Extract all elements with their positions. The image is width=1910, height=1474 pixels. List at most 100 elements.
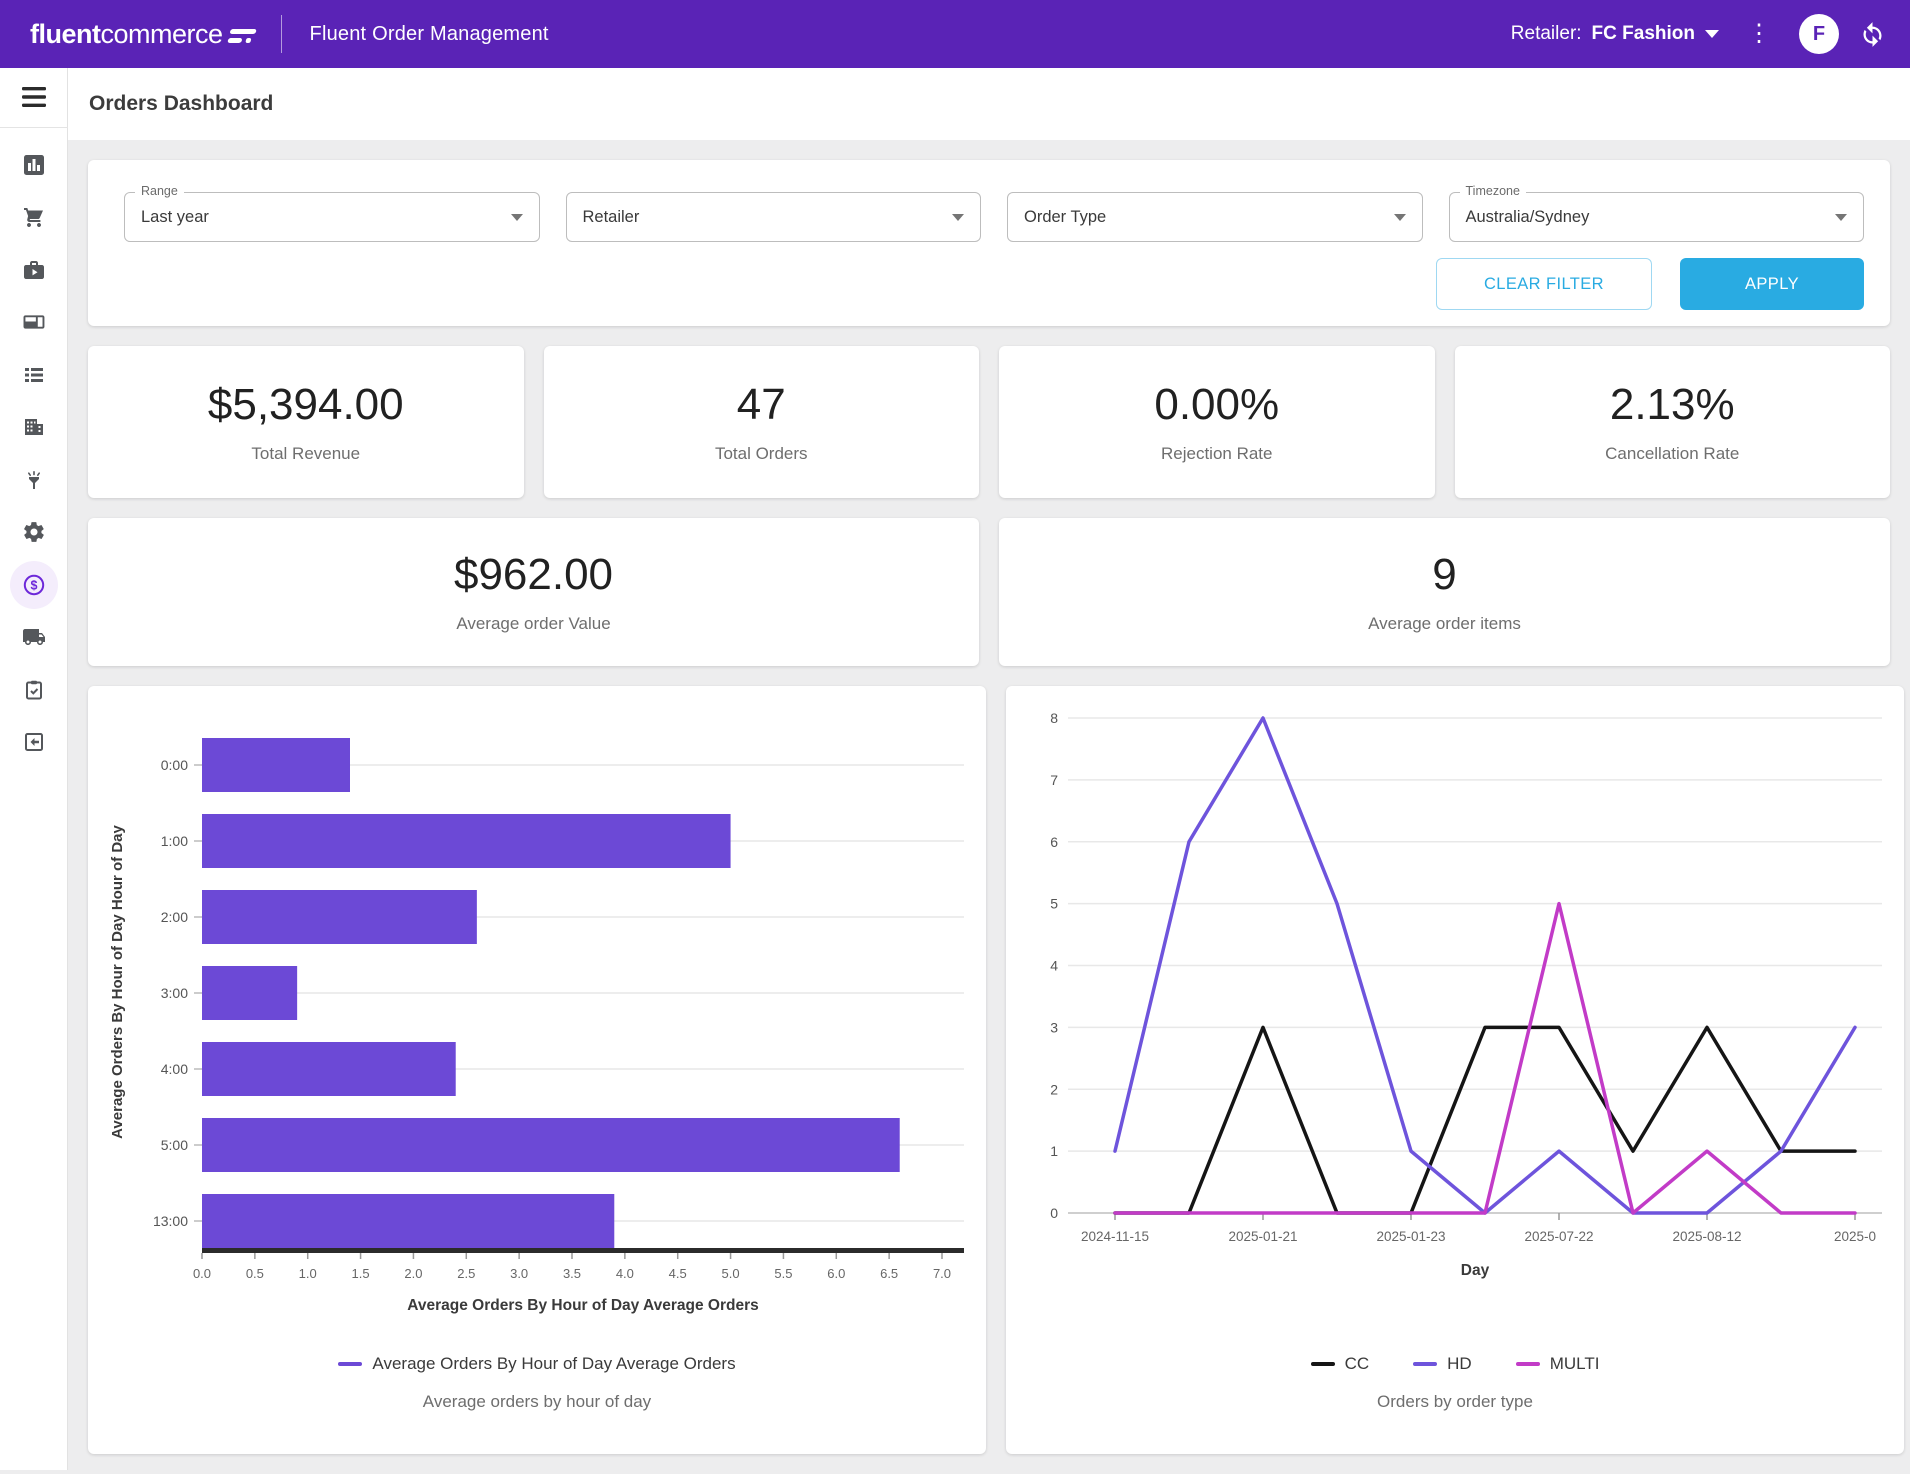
fluentcommerce-logo: fluentcommerce xyxy=(30,19,255,50)
bar-segment[interactable] xyxy=(202,1194,614,1248)
sidebar-item-gear[interactable] xyxy=(10,508,58,556)
legend-item-CC[interactable]: CC xyxy=(1311,1354,1370,1374)
overflow-menu-button[interactable]: ⋮ xyxy=(1739,18,1779,50)
chevron-down-icon xyxy=(1835,214,1847,221)
x-tick-label: 1.5 xyxy=(352,1266,370,1281)
legend-label: Average Orders By Hour of Day Average Or… xyxy=(372,1354,735,1374)
svg-text:$: $ xyxy=(30,578,37,592)
category-label: 3:00 xyxy=(161,985,188,1001)
x-tick-label: 2.0 xyxy=(404,1266,422,1281)
x-tick-label: 2025-01-23 xyxy=(1376,1229,1445,1244)
sidebar-item-funnel[interactable] xyxy=(10,456,58,504)
sidebar-item-panel[interactable] xyxy=(10,298,58,346)
sidebar-item-box-arrow[interactable] xyxy=(10,718,58,766)
x-tick-label: 5.0 xyxy=(722,1266,740,1281)
sidebar-item-clipboard-check[interactable] xyxy=(10,666,58,714)
sidebar-item-bar-chart[interactable] xyxy=(10,141,58,189)
building-icon xyxy=(22,415,46,439)
x-tick-label: 7.0 xyxy=(933,1266,951,1281)
header-divider xyxy=(281,15,282,53)
range-select[interactable]: Range Last year xyxy=(124,192,540,242)
retailer-label: Retailer: xyxy=(1511,23,1582,45)
truck-icon xyxy=(22,625,46,649)
x-tick-label: 2025-07-22 xyxy=(1524,1229,1593,1244)
x-tick-label: 3.0 xyxy=(510,1266,528,1281)
funnel-icon xyxy=(22,468,46,492)
order-type-select[interactable]: Order Type xyxy=(1007,192,1423,242)
charts-row: 0:001:002:003:004:005:0013:000.00.51.01.… xyxy=(88,686,1890,1454)
line-chart-subtitle: Orders by order type xyxy=(1377,1392,1533,1412)
retailer-switcher[interactable]: Retailer: FC Fashion xyxy=(1511,23,1719,45)
logo-text-secondary: commerce xyxy=(101,19,223,50)
retailer-select[interactable]: Retailer xyxy=(566,192,982,242)
sidebar-item-dollar-circle[interactable]: $ xyxy=(10,561,58,609)
x-tick-label: 6.5 xyxy=(880,1266,898,1281)
timezone-select[interactable]: Timezone Australia/Sydney xyxy=(1449,192,1865,242)
y-axis-title: Average Orders By Hour of Day Hour of Da… xyxy=(109,825,126,1139)
sidebar-item-list[interactable] xyxy=(10,351,58,399)
line-chart-legend: CC HD MULTI xyxy=(1311,1354,1600,1374)
kpi-row-1: $5,394.00 Total Revenue 47 Total Orders … xyxy=(88,346,1890,498)
y-tick-label: 3 xyxy=(1050,1019,1058,1035)
y-tick-label: 2 xyxy=(1050,1081,1058,1097)
line-series-MULTI[interactable] xyxy=(1115,904,1855,1213)
chevron-down-icon xyxy=(1705,30,1719,38)
y-tick-label: 4 xyxy=(1050,958,1058,974)
y-tick-label: 8 xyxy=(1050,710,1058,726)
kpi-label: Total Orders xyxy=(715,444,808,464)
y-tick-label: 0 xyxy=(1050,1205,1058,1221)
legend-swatch xyxy=(1516,1362,1540,1366)
avatar[interactable]: F xyxy=(1799,14,1839,54)
bar-segment[interactable] xyxy=(202,966,297,1020)
legend-item[interactable]: Average Orders By Hour of Day Average Or… xyxy=(338,1354,735,1374)
kpi-label: Average order items xyxy=(1368,614,1521,634)
sidebar-item-briefcase-play[interactable] xyxy=(10,246,58,294)
sidebar-item-truck[interactable] xyxy=(10,613,58,661)
y-tick-label: 5 xyxy=(1050,896,1058,912)
dollar-circle-icon: $ xyxy=(22,573,46,597)
hamburger-menu-button[interactable] xyxy=(21,68,47,127)
legend-item-MULTI[interactable]: MULTI xyxy=(1516,1354,1600,1374)
legend-item-HD[interactable]: HD xyxy=(1413,1354,1472,1374)
x-tick-label: 3.5 xyxy=(563,1266,581,1281)
logo-mark-icon xyxy=(227,29,256,43)
sidebar-divider xyxy=(0,127,68,128)
bar-chart-card: 0:001:002:003:004:005:0013:000.00.51.01.… xyxy=(88,686,986,1454)
range-select-value: Last year xyxy=(141,208,209,227)
legend-swatch xyxy=(1413,1362,1437,1366)
bar-chart-icon xyxy=(22,153,46,177)
briefcase-play-icon xyxy=(22,258,46,282)
chevron-down-icon xyxy=(1394,214,1406,221)
bar-chart-legend[interactable]: Average Orders By Hour of Day Average Or… xyxy=(338,1354,735,1374)
page-title: Orders Dashboard xyxy=(89,92,273,116)
x-tick-label: 5.5 xyxy=(774,1266,792,1281)
refresh-button[interactable] xyxy=(1859,21,1886,48)
clear-filter-button[interactable]: CLEAR FILTER xyxy=(1436,258,1652,310)
line-series-CC[interactable] xyxy=(1115,1027,1855,1213)
x-tick-label: 1.0 xyxy=(299,1266,317,1281)
chevron-down-icon xyxy=(952,214,964,221)
legend-label: HD xyxy=(1447,1354,1472,1374)
legend-swatch xyxy=(1311,1362,1335,1366)
bar-segment[interactable] xyxy=(202,1118,900,1172)
sidebar-nav: $ xyxy=(0,68,68,1470)
range-select-label: Range xyxy=(135,184,184,198)
bar-segment[interactable] xyxy=(202,738,350,792)
line-chart-card: 0123456782024-11-152025-01-212025-01-232… xyxy=(1006,686,1904,1454)
bar-segment[interactable] xyxy=(202,890,477,944)
retailer-select-placeholder: Retailer xyxy=(583,208,640,227)
sidebar-item-building[interactable] xyxy=(10,403,58,451)
kpi-row-2: $962.00 Average order Value 9 Average or… xyxy=(88,518,1890,666)
category-label: 2:00 xyxy=(161,909,188,925)
kpi-value: $962.00 xyxy=(454,550,613,600)
bar-segment[interactable] xyxy=(202,814,731,868)
kpi-value: 47 xyxy=(737,380,786,430)
box-arrow-icon xyxy=(22,730,46,754)
page-header: Orders Dashboard xyxy=(68,68,1910,140)
bar-segment[interactable] xyxy=(202,1042,456,1096)
apply-button[interactable]: APPLY xyxy=(1680,258,1864,310)
category-label: 4:00 xyxy=(161,1061,188,1077)
cart-icon xyxy=(22,205,46,229)
x-tick-label: 4.0 xyxy=(616,1266,634,1281)
sidebar-item-cart[interactable] xyxy=(10,193,58,241)
